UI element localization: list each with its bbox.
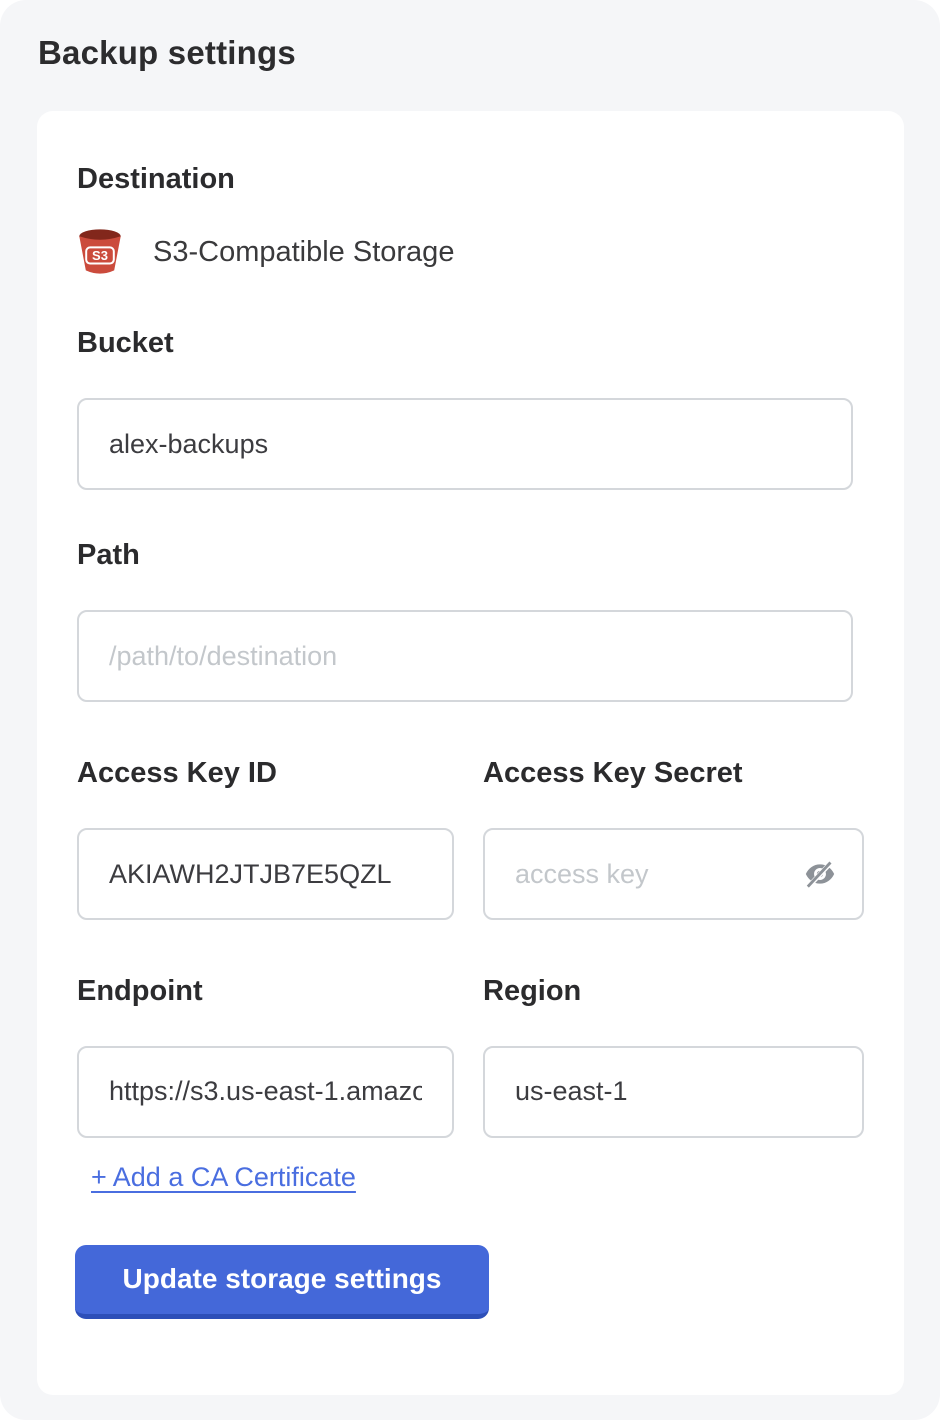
access-key-id-label: Access Key ID bbox=[77, 758, 454, 790]
destination-value: S3-Compatible Storage bbox=[153, 236, 454, 269]
region-label: Region bbox=[483, 976, 864, 1008]
storage-settings-card: Destination S3 S3-Compatible Storage Buc… bbox=[37, 111, 904, 1395]
backup-settings-panel: Backup settings Destination S3 S3-Compat… bbox=[0, 0, 940, 1420]
svg-text:S3: S3 bbox=[92, 248, 108, 263]
update-storage-settings-button[interactable]: Update storage settings bbox=[75, 1245, 489, 1319]
bucket-input[interactable] bbox=[77, 398, 853, 490]
endpoint-input[interactable] bbox=[77, 1046, 454, 1138]
page-title: Backup settings bbox=[38, 34, 296, 72]
destination-label: Destination bbox=[77, 163, 864, 196]
access-key-secret-field bbox=[483, 828, 864, 920]
destination-row: S3 S3-Compatible Storage bbox=[77, 226, 864, 278]
access-key-labels-row: Access Key ID Access Key Secret bbox=[77, 702, 864, 790]
access-key-id-input[interactable] bbox=[77, 828, 454, 920]
access-key-inputs-row bbox=[77, 828, 864, 920]
endpoint-label: Endpoint bbox=[77, 976, 454, 1008]
bucket-label: Bucket bbox=[77, 328, 864, 360]
toggle-secret-visibility-button[interactable] bbox=[798, 852, 842, 896]
region-input[interactable] bbox=[483, 1046, 864, 1138]
path-label: Path bbox=[77, 540, 864, 572]
path-input[interactable] bbox=[77, 610, 853, 702]
add-ca-certificate-link[interactable]: + Add a CA Certificate bbox=[91, 1162, 356, 1193]
endpoint-region-labels-row: Endpoint Region bbox=[77, 920, 864, 1008]
endpoint-region-inputs-row bbox=[77, 1046, 864, 1138]
eye-off-icon bbox=[801, 857, 839, 891]
access-key-secret-label: Access Key Secret bbox=[483, 758, 864, 790]
s3-bucket-icon: S3 bbox=[77, 227, 123, 277]
